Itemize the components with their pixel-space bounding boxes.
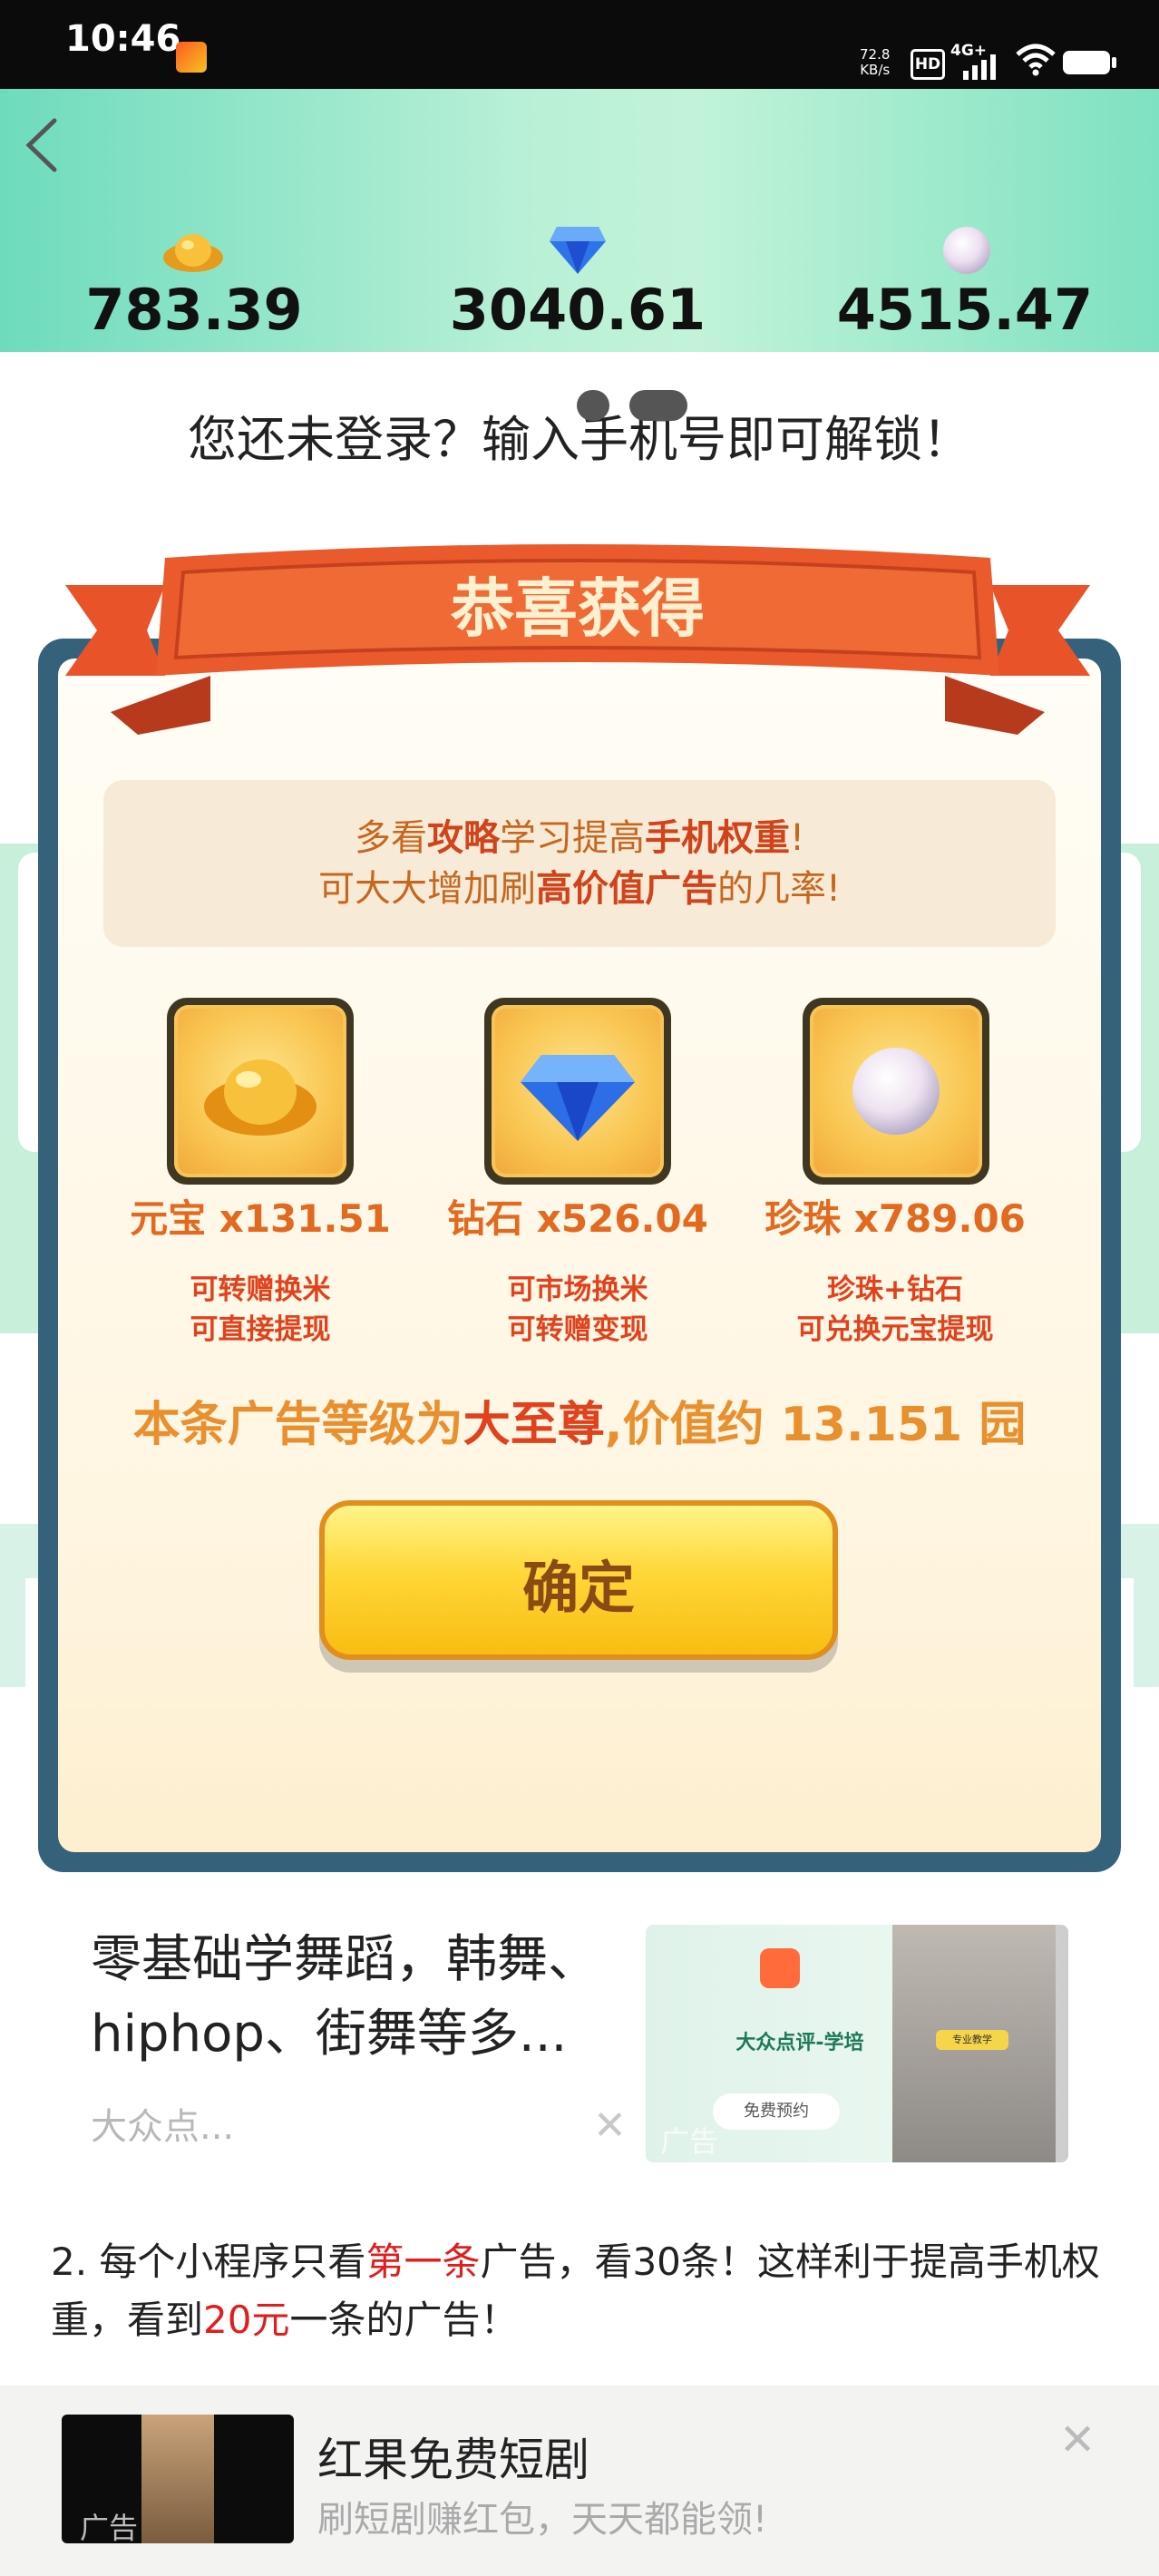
reward-label-diamond: 钻石 x526.04	[428, 1188, 727, 1244]
tip-highlight: 高价值广告	[535, 868, 717, 910]
modal-title: 恭喜获得	[451, 571, 705, 646]
instructions-highlight: 第一条	[365, 2239, 481, 2284]
ad-person-tag: 专业教学	[936, 2030, 1008, 2050]
gold-balance: 783.39	[85, 277, 303, 343]
pearl-balance: 4515.47	[836, 277, 1094, 343]
reward-label-gold: 元宝 x131.51	[111, 1188, 410, 1244]
ad-title[interactable]: 零基础学舞蹈，韩舞、hiphop、街舞等多...	[91, 1923, 626, 2072]
network-type: 4G+	[950, 42, 988, 60]
tip-box: 多看攻略学习提高手机权重! 可大大增加刷高价值广告的几率!	[103, 780, 1056, 947]
tip-text: 多看	[354, 817, 427, 859]
ad-tag: 广告	[660, 2124, 719, 2159]
instructions-suffix: 一条的广告！	[289, 2298, 519, 2342]
app-notification-icon	[176, 42, 207, 73]
instructions-text: 2. 每个小程序只看第一条广告，看30条！这样利于提高手机权重，看到20元一条的…	[51, 2233, 1112, 2349]
confirm-label: 确定	[521, 1555, 635, 1621]
hd-badge: HD	[911, 49, 945, 80]
ad-value-line: 本条广告等级为大至尊,价值约 13.151 园	[58, 1386, 1101, 1454]
signal-icon: 4G+	[950, 42, 1005, 80]
loading-dot	[577, 390, 609, 421]
pearl-icon	[943, 227, 990, 274]
reward-label-pearl: 珍珠 x789.06	[745, 1188, 1045, 1244]
reward-desc-line: 可直接提现	[190, 1313, 331, 1346]
tip-line-1: 多看攻略学习提高手机权重!	[103, 813, 1056, 864]
value-level: 大至尊	[463, 1398, 605, 1452]
battery-nub	[1112, 57, 1116, 68]
reward-desc-line: 可市场换米	[507, 1273, 648, 1306]
status-time: 10:46	[65, 18, 181, 60]
instructions-prefix: 2. 每个小程序只看	[51, 2239, 366, 2284]
diamond-icon	[521, 1055, 635, 1141]
reward-desc-line: 可兑换元宝提现	[796, 1313, 994, 1346]
tip-text: !	[789, 817, 805, 859]
bottom-ad-title[interactable]: 红果免费短剧	[317, 2424, 589, 2489]
reward-name: 钻石	[447, 1196, 524, 1241]
status-bar: 10:46 72.8 KB/s HD 4G+	[0, 0, 1159, 89]
net-speed-unit: KB/s	[860, 62, 891, 78]
reward-amount: x131.51	[219, 1196, 391, 1241]
reward-tile-gold	[167, 998, 354, 1185]
value-prefix: 本条广告等级为	[132, 1398, 463, 1452]
reward-name: 珍珠	[765, 1196, 842, 1241]
close-icon[interactable]: ✕	[1059, 2415, 1096, 2465]
reward-desc-pearl: 珍珠+钻石可兑换元宝提现	[745, 1270, 1045, 1350]
chevron-left-icon[interactable]	[20, 113, 65, 177]
reward-tile-diamond	[484, 998, 671, 1185]
dianping-logo-icon	[760, 1948, 800, 1988]
reward-amount: x526.04	[536, 1196, 708, 1241]
confirm-button[interactable]: 确定	[319, 1500, 838, 1660]
loading-dot	[629, 390, 687, 421]
value-suffix: ,价值约 13.151 园	[604, 1398, 1027, 1452]
instructions-highlight: 20元	[203, 2298, 290, 2342]
reward-desc-line: 可转赠换米	[190, 1273, 331, 1306]
reward-desc-gold: 可转赠换米可直接提现	[111, 1270, 410, 1350]
tip-text: 的几率!	[716, 868, 842, 910]
reward-desc-line: 可转赠变现	[507, 1313, 648, 1346]
close-icon[interactable]: ✕	[593, 2103, 627, 2149]
ad-image-caption: 大众点评-学培	[735, 2032, 864, 2054]
reward-amount: x789.06	[853, 1196, 1026, 1241]
diamond-balance: 3040.61	[449, 277, 706, 343]
reward-desc-line: 珍珠+钻石	[827, 1273, 963, 1306]
net-speed-value: 72.8	[860, 46, 891, 63]
bottom-ad-subtitle: 刷短剧赚红包，天天都能领!	[317, 2499, 768, 2541]
wifi-icon	[1016, 44, 1056, 76]
pearl-icon	[852, 1048, 940, 1135]
diamond-icon	[550, 227, 606, 274]
reward-tile-pearl	[803, 998, 989, 1185]
thumbnail-photo	[141, 2415, 214, 2543]
ad-image[interactable]: 大众点评-学培 免费预约 广告 专业教学	[646, 1925, 1068, 2162]
ad-source: 大众点...	[91, 2106, 235, 2148]
tip-text: 可大大增加刷	[317, 868, 536, 910]
gold-ingot-icon	[163, 234, 223, 272]
ad-tag: 广告	[80, 2511, 139, 2543]
tip-text: 学习提高	[499, 817, 645, 859]
ad-image-button: 免费预约	[713, 2093, 840, 2130]
gold-ingot-icon	[204, 1059, 317, 1136]
battery-icon	[1063, 51, 1110, 74]
tip-highlight: 手机权重	[644, 817, 790, 859]
reward-name: 元宝	[130, 1196, 207, 1241]
reward-desc-diamond: 可市场换米可转赠变现	[428, 1270, 727, 1350]
net-speed: 72.8 KB/s	[860, 47, 890, 78]
tip-highlight: 攻略	[426, 817, 500, 859]
tip-line-2: 可大大增加刷高价值广告的几率!	[103, 864, 1056, 914]
bottom-ad-thumbnail[interactable]: 广告	[62, 2415, 294, 2543]
